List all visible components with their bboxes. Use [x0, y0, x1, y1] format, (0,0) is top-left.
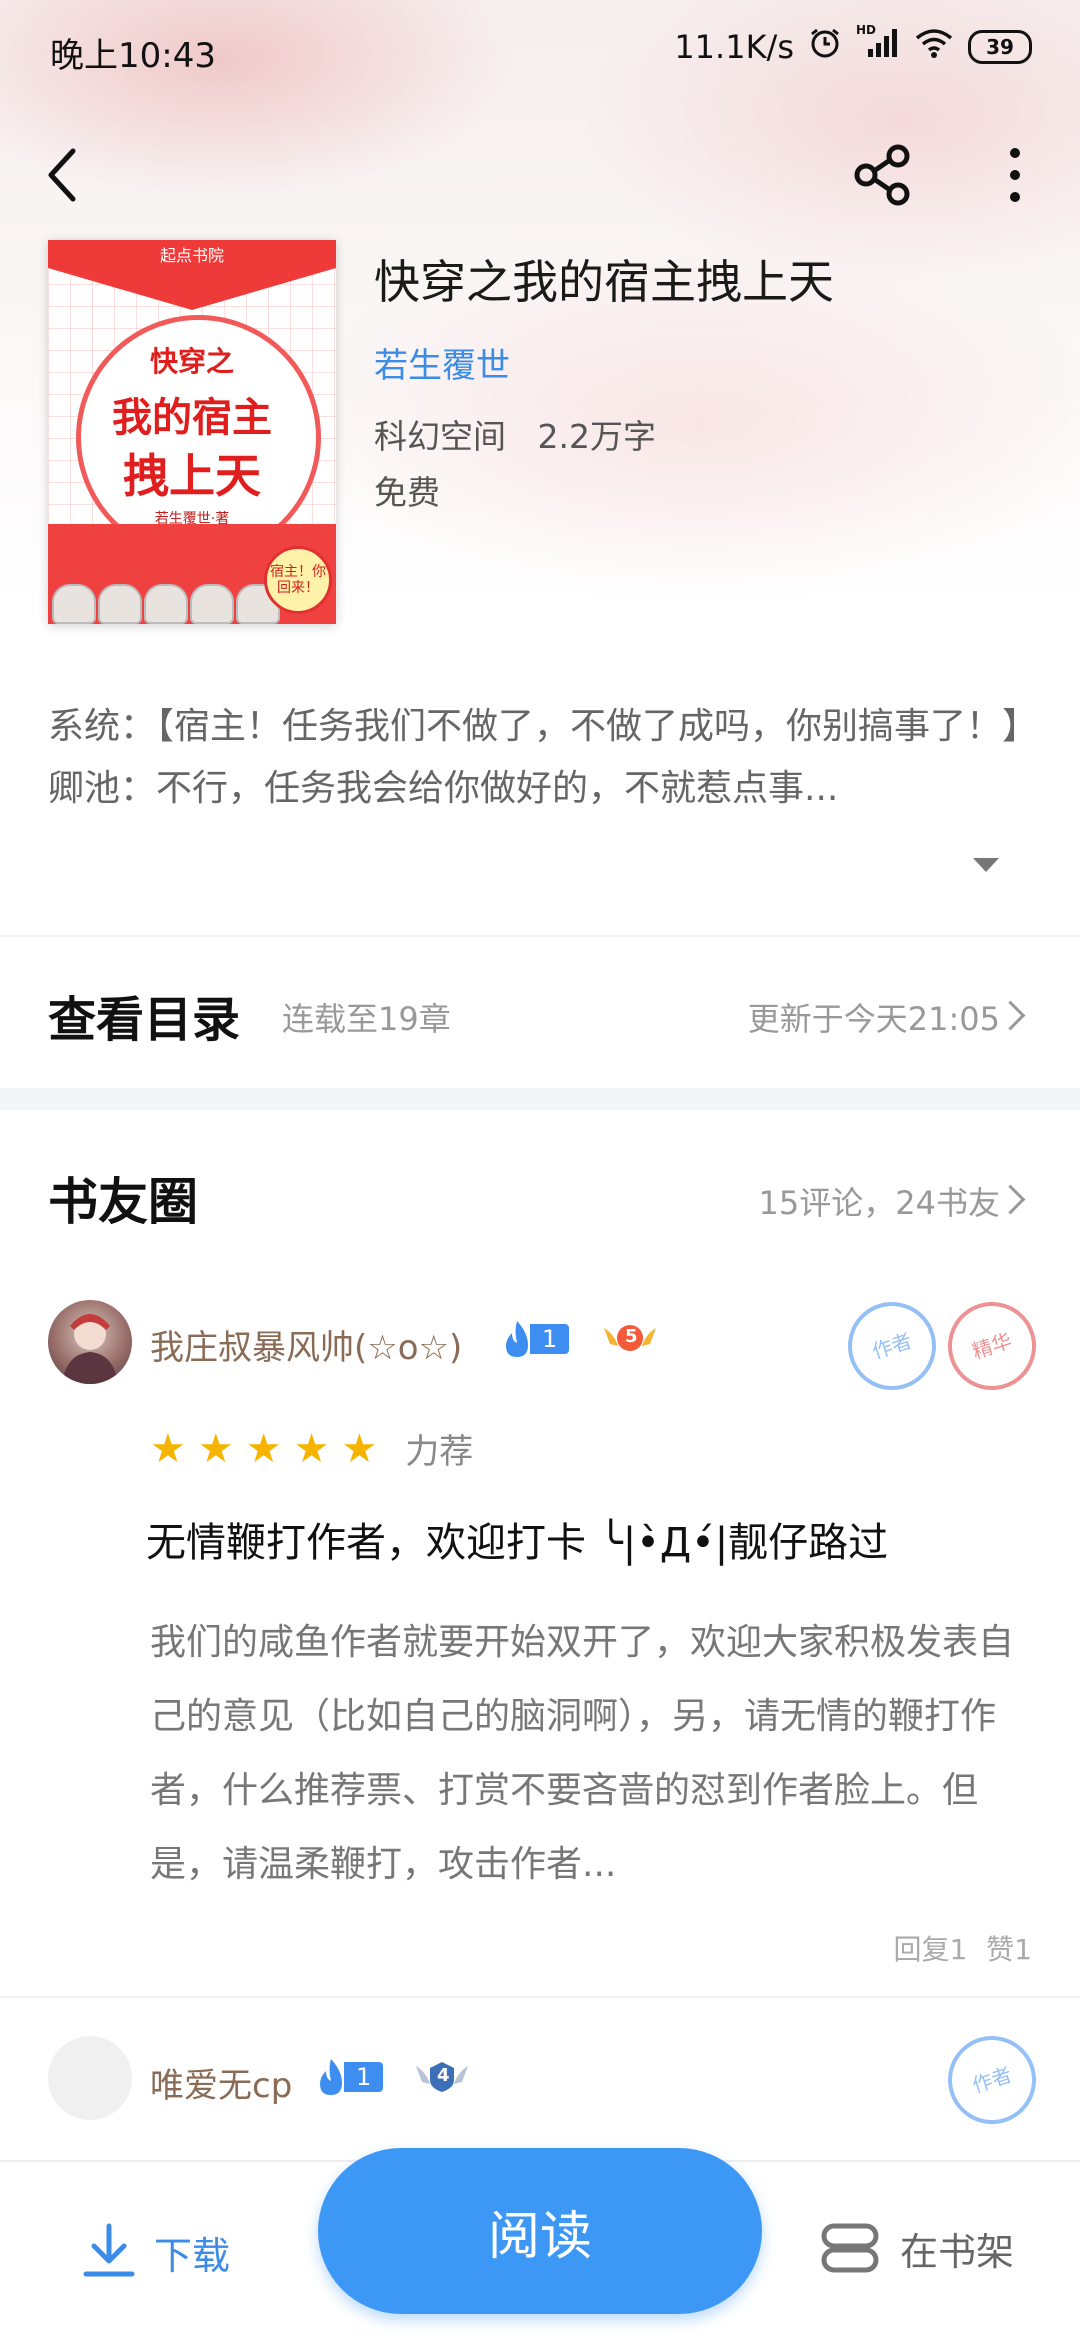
book-cover[interactable]: 起点书院 快穿之 我的宿主 拽上天 若生覆世·著 宿主！你回来！: [48, 240, 336, 624]
download-button[interactable]: 下载: [82, 2222, 230, 2282]
fan-level-badge: 4: [412, 2054, 468, 2100]
cover-badge: 宿主！你回来！: [264, 546, 332, 614]
divider: [0, 935, 1080, 937]
chevron-right-icon: [995, 1184, 1026, 1215]
rating-label: 力荐: [405, 1432, 474, 1472]
catalog-title: 查看目录: [48, 992, 241, 1048]
read-button[interactable]: 阅读: [318, 2148, 762, 2314]
back-button[interactable]: [28, 140, 98, 210]
avatar[interactable]: [48, 1300, 132, 1384]
star-icon: ★: [197, 1425, 234, 1472]
comment-username[interactable]: 我庄叔暴风帅(☆o☆): [150, 1320, 462, 1369]
star-icon: ★: [341, 1425, 378, 1472]
fan-level: 4: [437, 2065, 450, 2086]
book-description: 系统：【宿主！任务我们不做了，不做了成吗，你别搞事了！】卿池：不行，任务我会给你…: [48, 706, 1039, 809]
user-level: 1: [344, 2062, 384, 2092]
avatar[interactable]: [48, 2036, 132, 2120]
fan-level-badge: 5: [600, 1316, 656, 1362]
star-icon: ★: [245, 1425, 282, 1472]
rating-stars: ★ ★ ★ ★ ★ 力荐: [150, 1424, 473, 1473]
star-icon: ★: [150, 1425, 186, 1472]
like-count[interactable]: 赞1: [986, 1933, 1032, 1966]
back-arrow-icon: [48, 148, 76, 202]
section-divider: [0, 1088, 1080, 1110]
book-author-link[interactable]: 若生覆世: [374, 338, 510, 387]
comment-body[interactable]: 我们的咸鱼作者就要开始双开了，欢迎大家积极发表自己的意见（比如自己的脑洞啊），另…: [150, 1606, 1030, 1902]
divider: [0, 1996, 1080, 1998]
battery-icon: 39: [968, 30, 1032, 64]
cover-cats-illustration: [48, 584, 282, 624]
book-circle-title: 书友圈: [48, 1172, 198, 1231]
more-button[interactable]: [980, 140, 1050, 210]
signal-icon: HD: [856, 23, 900, 67]
expand-description-icon[interactable]: [973, 858, 999, 872]
comment-username[interactable]: 唯爱无cp: [150, 2058, 292, 2107]
cover-title-line2: 我的宿主: [112, 394, 272, 441]
more-vertical-icon: [1010, 148, 1020, 202]
bookshelf-label: 在书架: [900, 2229, 1015, 2274]
bottom-action-bar: 下载 阅读 在书架: [0, 2148, 1080, 2342]
author-stamp-icon: 作者: [936, 2024, 1048, 2136]
author-stamp-icon: 作者: [836, 1290, 948, 1402]
featured-stamp-icon: 精华: [936, 1290, 1048, 1402]
user-level-badge: 1: [500, 1320, 570, 1358]
share-button[interactable]: [848, 140, 918, 210]
comment-stats: 回复1 赞1: [893, 1928, 1032, 1968]
top-navigation: [0, 120, 1080, 220]
status-icons: 11.1K/s HD 39: [674, 23, 1032, 68]
bookshelf-icon: [821, 2223, 879, 2273]
book-price: 免费: [374, 473, 440, 512]
reply-count[interactable]: 回复1: [893, 1933, 967, 1966]
star-icon: ★: [293, 1425, 330, 1472]
comment-title[interactable]: 无情鞭打作者，欢迎打卡 ╰|•̀Д•́|靓仔路过: [146, 1510, 888, 1568]
fan-level: 5: [625, 1326, 638, 1347]
network-speed: 11.1K/s: [674, 28, 794, 66]
user-level-badge: 1: [314, 2058, 384, 2096]
cover-title-line3: 拽上天: [123, 449, 261, 503]
book-meta: 科幻空间 2.2万字: [374, 417, 656, 456]
catalog-updated: 更新于今天21:05: [747, 1000, 1000, 1038]
user-level: 1: [530, 1324, 570, 1354]
cover-title-line1: 快穿之: [149, 345, 234, 378]
cover-publisher: 起点书院: [159, 246, 224, 265]
download-icon: [83, 2223, 135, 2277]
download-label: 下载: [154, 2233, 231, 2278]
status-time: 晚上10:43: [50, 36, 216, 76]
book-circle-stats[interactable]: 15评论，24书友: [759, 1178, 1000, 1224]
book-title: 快穿之我的宿主拽上天: [374, 255, 834, 309]
alarm-icon: [808, 26, 842, 68]
bookshelf-button[interactable]: 在书架: [820, 2220, 1014, 2276]
status-bar: 晚上10:43 11.1K/s HD 39: [0, 0, 1080, 100]
flame-icon: [506, 1321, 528, 1357]
share-icon: [854, 144, 910, 206]
flame-icon: [320, 2059, 342, 2095]
wifi-icon: [914, 27, 954, 67]
hd-label: HD: [856, 23, 877, 37]
catalog-status: 连载至19章: [282, 1000, 451, 1038]
